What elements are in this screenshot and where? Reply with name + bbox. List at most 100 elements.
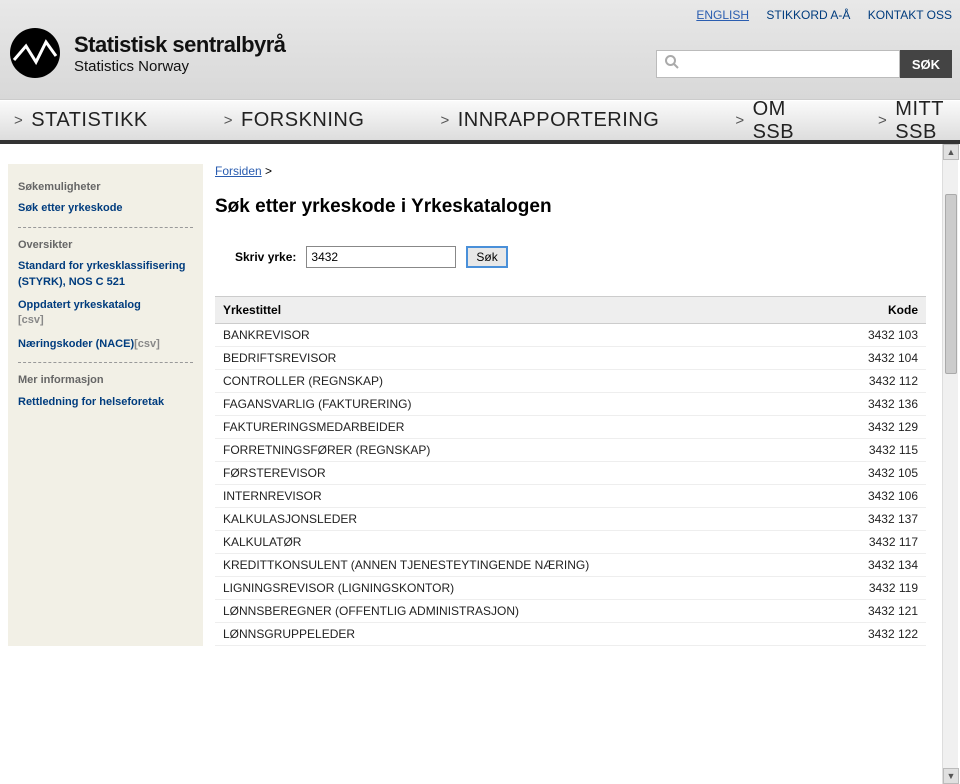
nav-item-forskning[interactable]: >FORSKNING <box>224 109 365 132</box>
table-body: BANKREVISOR3432 103BEDRIFTSREVISOR3432 1… <box>215 324 926 646</box>
nav-label: OM SSB <box>753 98 802 144</box>
sidebar-heading-oversikter: Oversikter <box>18 238 193 253</box>
cell-kode: 3432 112 <box>838 374 918 388</box>
sidebar-heading-mer: Mer informasjon <box>18 373 193 388</box>
cell-kode: 3432 129 <box>838 420 918 434</box>
nav-item-statistikk[interactable]: > STATISTIKK <box>14 109 148 132</box>
chevron-right-icon: > <box>878 112 887 129</box>
top-links: ENGLISH STIKKORD A-Å KONTAKT OSS <box>682 8 952 22</box>
cell-yrkestittel: KALKULASJONSLEDER <box>223 512 838 526</box>
nav-item-mitt-ssb[interactable]: > MITT SSB <box>878 98 955 144</box>
link-english[interactable]: ENGLISH <box>696 8 749 22</box>
cell-kode: 3432 103 <box>838 328 918 342</box>
cell-yrkestittel: FØRSTEREVISOR <box>223 466 838 480</box>
table-row[interactable]: LØNNSBEREGNER (OFFENTLIG ADMINISTRASJON)… <box>215 600 926 623</box>
table-row[interactable]: FAKTURERINGSMEDARBEIDER3432 129 <box>215 416 926 439</box>
page-title: Søk etter yrkeskode i Yrkeskatalogen <box>215 196 926 218</box>
cell-kode: 3432 105 <box>838 466 918 480</box>
separator <box>18 227 193 228</box>
main-nav: >STATISTIKK>FORSKNING>INNRAPPORTERING>OM… <box>0 100 960 144</box>
header: ENGLISH STIKKORD A-Å KONTAKT OSS SØK Sta… <box>0 0 960 100</box>
nav-label: STATISTIKK <box>31 109 148 132</box>
nav-label: INNRAPPORTERING <box>458 109 660 132</box>
chevron-right-icon: > <box>440 112 449 129</box>
logo-line-2: Statistics Norway <box>74 58 286 75</box>
cell-yrkestittel: LIGNINGSREVISOR (LIGNINGSKONTOR) <box>223 581 838 595</box>
separator <box>18 362 193 363</box>
cell-yrkestittel: FORRETNINGSFØRER (REGNSKAP) <box>223 443 838 457</box>
chevron-right-icon: > <box>735 112 744 129</box>
table-row[interactable]: LIGNINGSREVISOR (LIGNINGSKONTOR)3432 119 <box>215 577 926 600</box>
table-row[interactable]: FORRETNINGSFØRER (REGNSKAP)3432 115 <box>215 439 926 462</box>
scroll-down-icon[interactable]: ▼ <box>943 768 959 784</box>
scrollbar[interactable]: ▲ ▼ <box>942 144 958 784</box>
header-kode: Kode <box>838 303 918 317</box>
logo[interactable]: Statistisk sentralbyrå Statistics Norway <box>10 28 286 78</box>
cell-kode: 3432 121 <box>838 604 918 618</box>
cell-yrkestittel: CONTROLLER (REGNSKAP) <box>223 374 838 388</box>
sidebar-link-oppdatert[interactable]: Oppdatert yrkeskatalog <box>18 299 141 311</box>
cell-yrkestittel: KALKULATØR <box>223 535 838 549</box>
cell-yrkestittel: BEDRIFTSREVISOR <box>223 351 838 365</box>
table-row[interactable]: CONTROLLER (REGNSKAP)3432 112 <box>215 370 926 393</box>
cell-yrkestittel: KREDITTKONSULENT (ANNEN TJENESTEYTINGEND… <box>223 558 838 572</box>
table-row[interactable]: LØNNSGRUPPELEDER3432 122 <box>215 623 926 646</box>
cell-kode: 3432 117 <box>838 535 918 549</box>
sidebar-link-rettledning[interactable]: Rettledning for helseforetak <box>18 395 193 410</box>
cell-yrkestittel: LØNNSGRUPPELEDER <box>223 627 838 641</box>
cell-kode: 3432 115 <box>838 443 918 457</box>
table-row[interactable]: KREDITTKONSULENT (ANNEN TJENESTEYTINGEND… <box>215 554 926 577</box>
cell-kode: 3432 137 <box>838 512 918 526</box>
cell-yrkestittel: INTERNREVISOR <box>223 489 838 503</box>
yrke-search-form: Skriv yrke: Søk <box>235 246 926 268</box>
breadcrumb: Forsiden > <box>215 164 926 178</box>
cell-kode: 3432 136 <box>838 397 918 411</box>
csv-tag[interactable]: [csv] <box>18 314 44 326</box>
yrke-search-button[interactable]: Søk <box>466 246 507 268</box>
table-header: Yrkestittel Kode <box>215 296 926 324</box>
csv-tag-2[interactable]: [csv] <box>134 338 160 350</box>
link-stikkord[interactable]: STIKKORD A-Å <box>766 8 850 22</box>
logo-icon <box>10 28 60 78</box>
table-row[interactable]: KALKULASJONSLEDER3432 137 <box>215 508 926 531</box>
table-row[interactable]: INTERNREVISOR3432 106 <box>215 485 926 508</box>
nav-item-om-ssb[interactable]: > OM SSB <box>735 98 802 144</box>
table-row[interactable]: FAGANSVARLIG (FAKTURERING)3432 136 <box>215 393 926 416</box>
logo-text: Statistisk sentralbyrå Statistics Norway <box>74 32 286 75</box>
sidebar-heading-sokemuligheter: Søkemuligheter <box>18 180 193 195</box>
yrke-label: Skriv yrke: <box>235 250 296 264</box>
sidebar: Søkemuligheter Søk etter yrkeskode Overs… <box>8 164 203 646</box>
sidebar-link-styrk[interactable]: Standard for yrkesklassifisering (STYRK)… <box>18 259 193 290</box>
chevron-right-icon: > <box>224 112 233 129</box>
yrke-input[interactable] <box>306 246 456 268</box>
nav-item-innrapportering[interactable]: > INNRAPPORTERING <box>440 109 659 132</box>
header-search-input[interactable] <box>656 50 900 78</box>
scroll-up-icon[interactable]: ▲ <box>943 144 959 160</box>
table-row[interactable]: KALKULATØR3432 117 <box>215 531 926 554</box>
cell-yrkestittel: BANKREVISOR <box>223 328 838 342</box>
cell-yrkestittel: LØNNSBEREGNER (OFFENTLIG ADMINISTRASJON) <box>223 604 838 618</box>
chevron-right-icon: > <box>14 112 23 129</box>
cell-kode: 3432 134 <box>838 558 918 572</box>
cell-yrkestittel: FAGANSVARLIG (FAKTURERING) <box>223 397 838 411</box>
header-yrkestittel: Yrkestittel <box>223 303 838 317</box>
table-row[interactable]: BANKREVISOR3432 103 <box>215 324 926 347</box>
table-row[interactable]: FØRSTEREVISOR3432 105 <box>215 462 926 485</box>
link-kontakt[interactable]: KONTAKT OSS <box>868 8 952 22</box>
header-search-button[interactable]: SØK <box>900 50 952 78</box>
breadcrumb-forsiden[interactable]: Forsiden <box>215 164 262 178</box>
table-row[interactable]: BEDRIFTSREVISOR3432 104 <box>215 347 926 370</box>
breadcrumb-sep: > <box>265 164 272 178</box>
sidebar-link-sok-yrkeskode[interactable]: Søk etter yrkeskode <box>18 201 193 216</box>
cell-kode: 3432 122 <box>838 627 918 641</box>
nav-label: MITT SSB <box>895 98 955 144</box>
logo-line-1: Statistisk sentralbyrå <box>74 32 286 58</box>
main-column: Forsiden > Søk etter yrkeskode i Yrkeska… <box>203 164 952 646</box>
scroll-thumb[interactable] <box>945 194 957 374</box>
cell-kode: 3432 104 <box>838 351 918 365</box>
sidebar-link-nace[interactable]: Næringskoder (NACE) <box>18 338 134 350</box>
header-search: SØK <box>656 50 952 78</box>
content: Søkemuligheter Søk etter yrkeskode Overs… <box>0 144 960 646</box>
cell-kode: 3432 106 <box>838 489 918 503</box>
cell-yrkestittel: FAKTURERINGSMEDARBEIDER <box>223 420 838 434</box>
